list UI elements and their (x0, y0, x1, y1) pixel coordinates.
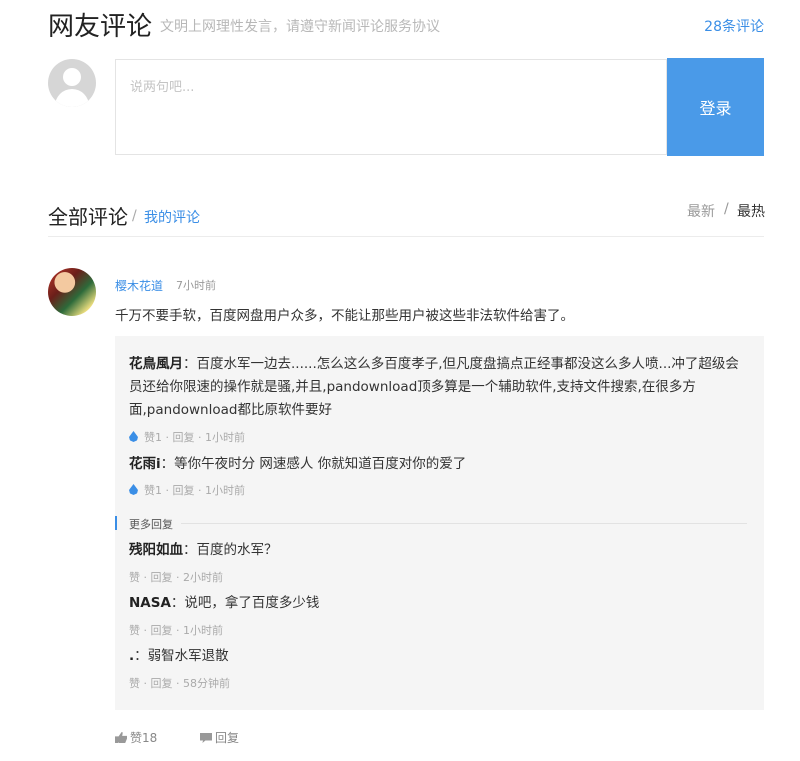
reply-item: 花雨i：等你午夜时分 网速感人 你就知道百度对你的爱了 (129, 453, 466, 476)
reply-text: ：说吧，拿了百度多少钱 (170, 595, 320, 611)
reply-text: ：等你午夜时分 网速感人 你就知道百度对你的爱了 (160, 456, 467, 472)
reply-username[interactable]: 残阳如血 (129, 542, 183, 558)
comment-bubble-icon (200, 733, 212, 743)
reply-text: ：百度水军一边去......怎么这么多百度孝子,但凡度盘搞点正经事都没这么多人喷… (129, 356, 739, 418)
comment-timestamp: 7小时前 (176, 279, 216, 292)
comment-input[interactable] (116, 60, 666, 154)
more-replies: 更多回复 (115, 516, 747, 532)
reply-item: 花鳥風月：百度水军一边去......怎么这么多百度孝子,但凡度盘搞点正经事都没这… (129, 353, 749, 422)
comment-username[interactable]: 樱木花道 (115, 277, 163, 294)
login-button[interactable]: 登录 (667, 58, 764, 156)
reply-item: NASA：说吧，拿了百度多少钱 (129, 592, 319, 615)
my-comments-tab[interactable]: 我的评论 (144, 207, 200, 227)
default-avatar-icon (48, 59, 96, 107)
reply-meta: 赞1 · 回复 · 1小时前 (129, 482, 245, 498)
reply-username[interactable]: 花雨i (129, 456, 161, 472)
section-separator: / (132, 208, 137, 224)
sort-newest[interactable]: 最新 (687, 201, 715, 221)
reply-meta[interactable]: 赞 · 回复 · 1小时前 (129, 622, 223, 638)
comment-input-box[interactable] (115, 59, 667, 155)
water-drop-icon[interactable] (129, 484, 138, 495)
reply-username[interactable]: 花鳥風月 (129, 356, 183, 372)
avatar[interactable] (48, 268, 96, 316)
sort-hottest[interactable]: 最热 (737, 201, 765, 221)
like-button[interactable]: 赞18 (115, 729, 157, 746)
sort-separator: / (724, 201, 729, 217)
comment-text: 千万不要手软，百度网盘用户众多，不能让那些用户被这些非法软件给害了。 (115, 308, 574, 324)
section-divider (48, 236, 764, 237)
reply-username[interactable]: NASA (129, 595, 171, 611)
water-drop-icon[interactable] (129, 431, 138, 442)
page-title: 网友评论 (48, 12, 153, 42)
comment-policy-note: 文明上网理性发言，请遵守新闻评论服务协议 (160, 19, 440, 35)
reply-list: 花鳥風月：百度水军一边去......怎么这么多百度孝子,但凡度盘搞点正经事都没这… (115, 336, 764, 710)
reply-text: ：百度的水军？ (183, 542, 278, 558)
reply-item: 残阳如血：百度的水军？ (129, 539, 278, 562)
thumb-up-icon (115, 732, 127, 743)
reply-meta[interactable]: 赞 · 回复 · 2小时前 (129, 569, 223, 585)
reply-button[interactable]: 回复 (200, 729, 239, 746)
reply-meta: 赞1 · 回复 · 1小时前 (129, 429, 245, 445)
all-comments-title: 全部评论 (48, 205, 128, 229)
comment-count-link[interactable]: 28条评论 (704, 16, 764, 36)
reply-text: ：弱智水军退散 (134, 648, 229, 664)
more-replies-label[interactable]: 更多回复 (129, 516, 173, 532)
reply-item: .：弱智水军退散 (129, 645, 229, 668)
reply-meta[interactable]: 赞 · 回复 · 58分钟前 (129, 675, 230, 691)
